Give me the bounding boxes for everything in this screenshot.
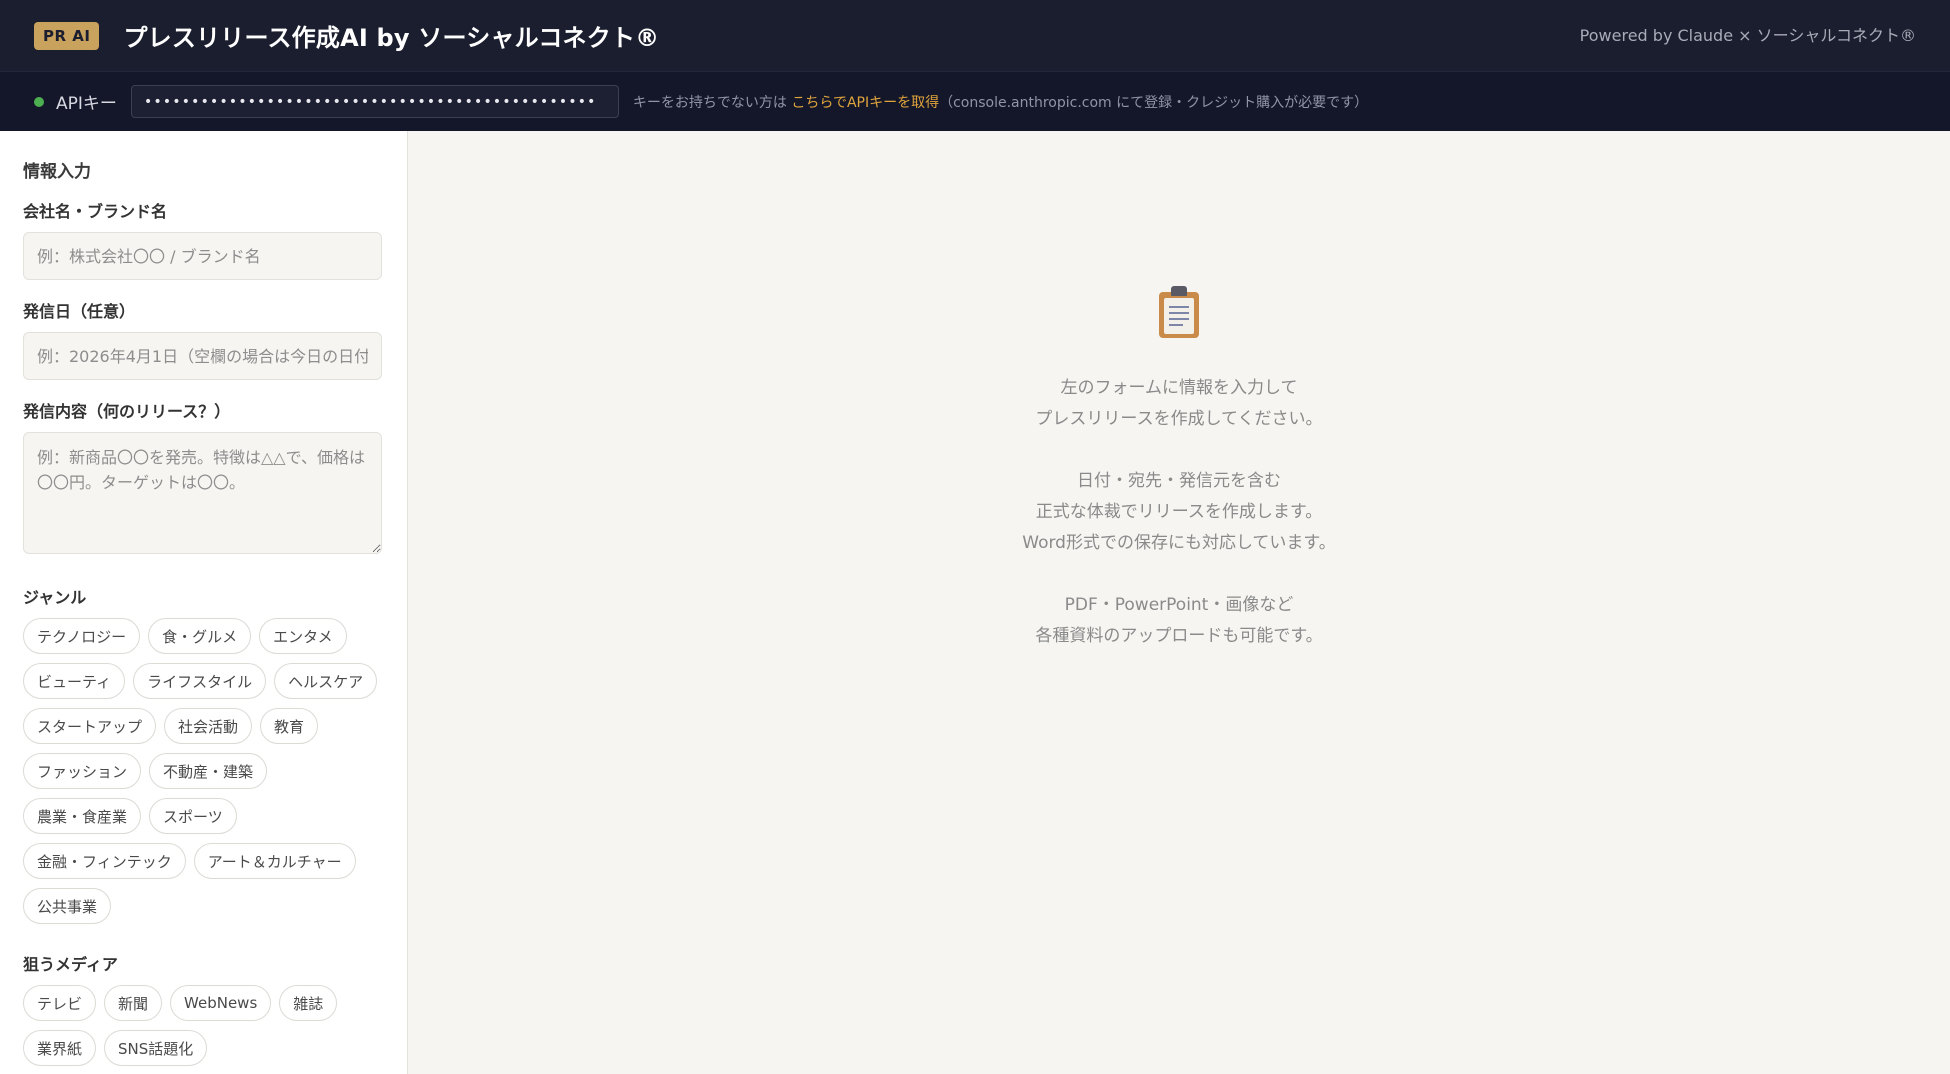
media-chip[interactable]: テレビ	[23, 985, 97, 1021]
media-chip[interactable]: 新聞	[104, 985, 163, 1021]
empty-line-5: Word形式での保存にも対応しています。	[1022, 533, 1336, 553]
empty-state: 左のフォームに情報を入力して プレスリリースを作成してください。 日付・宛先・発…	[408, 286, 1950, 652]
genre-chip[interactable]: スポーツ	[149, 798, 237, 834]
media-label: 狙うメディア	[23, 955, 118, 974]
company-label: 会社名・ブランド名	[23, 202, 168, 221]
date-input[interactable]	[23, 332, 382, 380]
api-key-hint: キーをお持ちでない方は こちらでAPIキーを取得（console.anthrop…	[633, 92, 1368, 112]
genre-chip[interactable]: 教育	[260, 708, 319, 744]
input-sidebar: 情報入力 会社名・ブランド名 発信日（任意） 発信内容（何のリリース？） ジャン…	[0, 131, 408, 1074]
hint-suffix: （console.anthropic.com にて登録・クレジット購入が必要です…	[939, 94, 1369, 111]
date-label: 発信日（任意）	[23, 302, 136, 321]
empty-line-7: 各種資料のアップロードも可能です。	[1035, 626, 1323, 646]
genre-chip[interactable]: テクノロジー	[23, 618, 141, 654]
genre-chip[interactable]: 金融・フィンテック	[23, 843, 186, 879]
empty-line-2: プレスリリースを作成してください。	[1035, 409, 1323, 429]
genre-chip[interactable]: ライフスタイル	[133, 663, 267, 699]
genre-chip[interactable]: 農業・食産業	[23, 798, 142, 834]
section-title: 情報入力	[23, 162, 91, 182]
media-chip[interactable]: 雑誌	[279, 985, 338, 1021]
genre-chip[interactable]: ファッション	[23, 753, 142, 789]
genre-chip[interactable]: 公共事業	[23, 888, 112, 924]
genre-chip[interactable]: スタートアップ	[23, 708, 157, 744]
media-chip[interactable]: SNS話題化	[104, 1030, 208, 1066]
api-key-bar: APIキー キーをお持ちでない方は こちらでAPIキーを取得（console.a…	[0, 71, 1950, 131]
media-chip-group: テレビ 新聞 WebNews 雑誌業界紙 SNS話題化	[23, 985, 384, 1066]
empty-line-4: 正式な体裁でリリースを作成します。	[1035, 502, 1323, 522]
api-key-input[interactable]	[130, 85, 619, 118]
api-key-label: APIキー	[56, 94, 117, 114]
genre-label: ジャンル	[23, 588, 87, 607]
media-chip[interactable]: 業界紙	[23, 1030, 97, 1066]
get-api-key-link[interactable]: こちらでAPIキーを取得	[791, 95, 939, 111]
content-label: 発信内容（何のリリース？）	[23, 402, 231, 421]
genre-chip[interactable]: 食・グルメ	[148, 618, 252, 654]
preview-area: 左のフォームに情報を入力して プレスリリースを作成してください。 日付・宛先・発…	[408, 131, 1950, 1074]
content-textarea[interactable]	[23, 432, 382, 554]
genre-chip[interactable]: 不動産・建築	[149, 753, 268, 789]
pr-ai-badge: PR AI	[34, 21, 100, 50]
app-header: PR AI プレスリリース作成AI by ソーシャルコネクト® Powered …	[0, 0, 1950, 71]
genre-chip[interactable]: ビューティ	[23, 663, 126, 699]
empty-line-6: PDF・PowerPoint・画像など	[1064, 595, 1294, 615]
clipboard-icon	[1159, 286, 1199, 338]
genre-chip-group: テクノロジー 食・グルメ エンタメビューティ ライフスタイル ヘルスケアスタートアップ社…	[23, 618, 384, 924]
empty-line-1: 左のフォームに情報を入力して	[1060, 378, 1298, 398]
genre-chip[interactable]: ヘルスケア	[274, 663, 378, 699]
hint-prefix: キーをお持ちでない方は	[632, 94, 792, 111]
genre-chip[interactable]: アート＆カルチャー	[193, 843, 356, 879]
genre-chip[interactable]: 社会活動	[164, 708, 253, 744]
media-chip[interactable]: WebNews	[170, 985, 272, 1021]
empty-line-3: 日付・宛先・発信元を含む	[1077, 471, 1281, 491]
genre-chip[interactable]: エンタメ	[259, 618, 347, 654]
company-input[interactable]	[23, 232, 382, 280]
powered-by-text: Powered by Claude × ソーシャルコネクト®	[1579, 26, 1916, 45]
app-title: プレスリリース作成AI by ソーシャルコネクト®	[123, 24, 660, 52]
status-dot-icon	[34, 96, 44, 107]
